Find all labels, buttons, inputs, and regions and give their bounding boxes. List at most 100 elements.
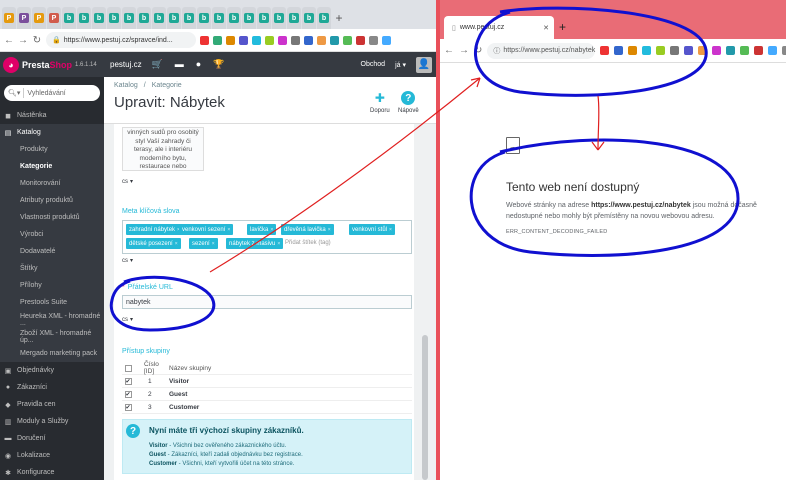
keyword-tag[interactable]: nábytek z masivu × — [226, 238, 284, 249]
sidebar-subitem[interactable]: Výrobci — [0, 226, 104, 243]
group-checkbox[interactable]: ✔ — [124, 390, 132, 398]
shop-name[interactable]: pestuj.cz — [110, 60, 142, 69]
extension-icon[interactable] — [754, 46, 764, 55]
sidebar-item[interactable]: ✱ Konfigurace — [0, 464, 104, 480]
browser-tab[interactable]: b — [287, 7, 301, 29]
extension-icon[interactable] — [265, 35, 274, 45]
meta-keywords-tag-field[interactable]: zahradní nábytek×venkovní sezení×lavička… — [122, 220, 412, 254]
browser-tab[interactable]: b — [242, 7, 256, 29]
extension-icon[interactable] — [642, 46, 652, 55]
extension-icon[interactable] — [382, 35, 391, 45]
remove-tag-icon[interactable]: × — [277, 241, 280, 247]
remove-tag-icon[interactable]: × — [328, 227, 331, 233]
browser-tab[interactable]: b — [152, 7, 166, 29]
search-input[interactable]: Vyhledávání — [27, 90, 65, 97]
breadcrumb-category[interactable]: Kategorie — [152, 82, 182, 89]
extension-icon[interactable] — [252, 35, 261, 45]
content-scrollbar[interactable] — [422, 335, 428, 480]
language-dropdown[interactable]: cs ▾ — [122, 176, 133, 187]
sidebar-item[interactable]: ◼ Nástěnka — [0, 107, 104, 124]
extension-icon[interactable] — [614, 46, 624, 55]
browser-tab[interactable]: b — [302, 7, 316, 29]
cart-icon[interactable]: 🛒 — [152, 59, 163, 70]
sidebar-item[interactable]: ▤ Katalog — [0, 124, 104, 141]
extension-icon[interactable] — [740, 46, 750, 55]
left-url-field[interactable]: 🔒 https://www.pestuj.cz/spravce/ind... — [46, 32, 196, 48]
sidebar-item[interactable]: ▥ Moduly a Služby — [0, 413, 104, 430]
browser-tab[interactable]: b — [257, 7, 271, 29]
right-active-tab[interactable]: ▯ www.pestuj.cz ✕ — [444, 16, 554, 39]
prestashop-logo[interactable]: ◕ PrestaShop 1.6.1.14 — [0, 56, 104, 73]
keyword-tag[interactable]: venkovní stůl × — [349, 224, 395, 235]
browser-tab[interactable]: b — [227, 7, 241, 29]
friendly-url-input[interactable]: nabytek — [122, 295, 412, 309]
browser-tab[interactable]: P — [2, 7, 16, 29]
group-checkbox[interactable]: ✔ — [124, 377, 132, 385]
browser-tab[interactable]: b — [137, 7, 151, 29]
breadcrumb-catalog[interactable]: Katalog — [114, 82, 138, 89]
extension-icon[interactable] — [726, 46, 736, 55]
browser-tab[interactable]: b — [197, 7, 211, 29]
keyword-tag[interactable]: zahradní nábytek× — [126, 224, 183, 235]
sidebar-subitem[interactable]: Atributy produktů — [0, 192, 104, 209]
trophy-icon[interactable]: 🏆 — [213, 59, 224, 70]
forward-icon[interactable]: → — [459, 45, 469, 56]
sidebar-subitem[interactable]: Mergado marketing pack — [0, 345, 104, 362]
description-editor[interactable]: vinných sudů pro osobitý styl Vaší zahra… — [122, 127, 204, 171]
reload-icon[interactable]: ↻ — [32, 35, 42, 46]
reload-icon[interactable]: ↻ — [474, 45, 482, 56]
extension-icon[interactable] — [343, 35, 352, 45]
browser-tab[interactable]: b — [122, 7, 136, 29]
extension-icon[interactable] — [656, 46, 666, 55]
user-icon[interactable]: ● — [196, 59, 201, 70]
sidebar-subitem[interactable]: Dodavatelé — [0, 243, 104, 260]
extension-icon[interactable] — [768, 46, 778, 55]
browser-tab[interactable]: P — [17, 7, 31, 29]
keyword-tag[interactable]: sezení × — [189, 238, 218, 249]
extension-icon[interactable] — [698, 46, 708, 55]
sidebar-subitem[interactable]: Heureka XML - hromadné ... — [0, 311, 104, 328]
user-menu[interactable]: já ▾ — [395, 61, 406, 69]
sidebar-item[interactable]: ● Zákazníci — [0, 379, 104, 396]
sidebar-subitem[interactable]: Kategorie — [0, 158, 104, 175]
browser-tab[interactable]: b — [92, 7, 106, 29]
sidebar-item[interactable]: ◉ Lokalizace — [0, 447, 104, 464]
extension-icon[interactable] — [304, 35, 313, 45]
extension-icon[interactable] — [330, 35, 339, 45]
browser-tab[interactable]: b — [77, 7, 91, 29]
browser-tab[interactable]: b — [107, 7, 121, 29]
sidebar-item[interactable]: ▬ Doručení — [0, 430, 104, 447]
avatar[interactable]: 👤 — [416, 56, 432, 73]
browser-tab[interactable]: P — [32, 7, 46, 29]
new-tab-button[interactable]: + — [559, 20, 566, 34]
extension-icon[interactable] — [628, 46, 638, 55]
select-all-checkbox[interactable] — [124, 364, 132, 372]
keyword-tag[interactable]: dřevěná lavička × — [281, 224, 334, 235]
back-icon[interactable]: ← — [444, 45, 454, 56]
forward-icon[interactable]: → — [18, 35, 28, 46]
remove-tag-icon[interactable]: × — [227, 227, 230, 233]
browser-tab[interactable]: b — [62, 7, 76, 29]
inbox-icon[interactable]: ▬ — [175, 59, 184, 70]
extension-icon[interactable] — [200, 35, 209, 45]
sidebar-subitem[interactable]: Prestools Suite — [0, 294, 104, 311]
extension-icon[interactable] — [291, 35, 300, 45]
help-button[interactable]: ? Nápově — [398, 91, 419, 114]
keyword-tag[interactable]: venkovní sezení × — [179, 224, 234, 235]
new-tab-button[interactable]: + — [332, 7, 346, 29]
browser-tab[interactable]: b — [212, 7, 226, 29]
keyword-tag[interactable]: dětské posezení × — [126, 238, 181, 249]
sidebar-item[interactable]: ◆ Pravidla cen — [0, 396, 104, 413]
sidebar-subitem[interactable]: Zboží XML - hromadné úp... — [0, 328, 104, 345]
recommend-modules-button[interactable]: ✚ Doporu — [370, 91, 390, 114]
extension-icon[interactable] — [670, 46, 680, 55]
remove-tag-icon[interactable]: × — [212, 241, 215, 247]
sidebar-subitem[interactable]: Přílohy — [0, 277, 104, 294]
extension-icon[interactable] — [600, 46, 610, 55]
close-tab-icon[interactable]: ✕ — [543, 24, 549, 32]
browser-tab[interactable]: b — [167, 7, 181, 29]
extension-icon[interactable] — [239, 35, 248, 45]
extension-icon[interactable] — [278, 35, 287, 45]
sidebar-subitem[interactable]: Monitorování — [0, 175, 104, 192]
sidebar-search[interactable]: 🔍︎▾ Vyhledávání — [4, 85, 100, 101]
